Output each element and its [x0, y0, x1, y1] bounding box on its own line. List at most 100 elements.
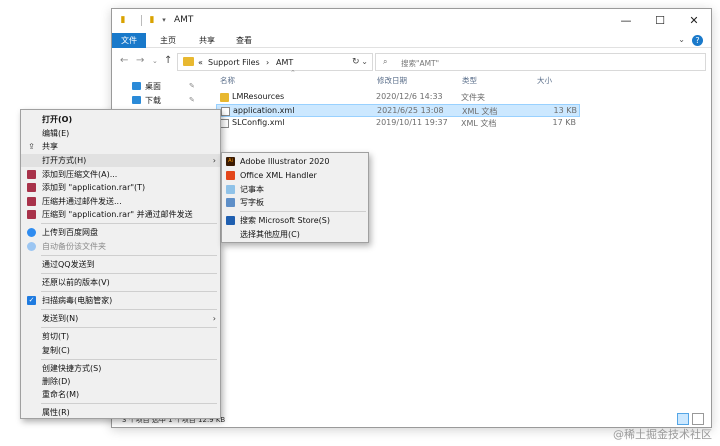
menu-item-rar-email-named[interactable]: 压缩到 "application.rar" 并通过邮件发送 [21, 208, 220, 221]
new-folder-icon[interactable]: ▮ [146, 14, 158, 27]
baidu-netdisk-icon [27, 228, 36, 237]
column-header-size[interactable]: 大小 [537, 75, 552, 87]
menu-item-label: 压缩到 "application.rar" 并通过邮件发送 [42, 210, 193, 219]
submenu-item-xml-handler[interactable]: Office XML Handler [222, 169, 368, 182]
file-row-application-xml[interactable]: application.xml 2021/6/25 13:08 XML 文档 1… [216, 104, 580, 117]
menu-item-baidu-backup: 自动备份该文件夹 [21, 240, 220, 253]
search-placeholder: 搜索"AMT" [401, 59, 440, 68]
context-menu: 打开(O) 编辑(E) ⇪ 共享 打开方式(H) › 添加到压缩文件(A)...… [20, 109, 221, 419]
menu-item-cut[interactable]: 剪切(T) [21, 330, 220, 343]
tab-share[interactable]: 共享 [195, 33, 219, 48]
menu-item-label: 复制(C) [42, 346, 70, 355]
menu-divider [41, 403, 217, 404]
column-header-type[interactable]: 类型 [462, 75, 477, 87]
window-title: AMT [174, 15, 194, 25]
file-name: SLConfig.xml [232, 118, 285, 127]
menu-item-label: 创建快捷方式(S) [42, 364, 102, 373]
pin-icon[interactable]: ✎ [189, 82, 195, 90]
menu-item-qq-send[interactable]: 通过QQ发送到 [21, 258, 220, 271]
up-arrow-icon[interactable]: ↑ [164, 55, 172, 66]
column-header-modified[interactable]: 修改日期 [377, 75, 407, 87]
help-icon[interactable]: ? [692, 35, 703, 46]
menu-item-copy[interactable]: 复制(C) [21, 344, 220, 357]
submenu-item-notepad[interactable]: 记事本 [222, 183, 368, 196]
menu-item-properties[interactable]: 属性(R) [21, 406, 220, 419]
folder-icon: ▮ [120, 15, 126, 25]
menu-item-open-with[interactable]: 打开方式(H) › [21, 154, 220, 167]
illustrator-icon: Ai [226, 157, 235, 166]
pin-icon[interactable]: ✎ [189, 96, 195, 104]
menu-item-baidu-upload[interactable]: 上传到百度网盘 [21, 226, 220, 239]
submenu-item-wordpad[interactable]: 写字板 [222, 196, 368, 209]
menu-item-rar-add-named[interactable]: 添加到 "application.rar"(T) [21, 181, 220, 194]
folder-icon [220, 93, 229, 102]
menu-item-delete[interactable]: 删除(D) [21, 375, 220, 388]
ribbon-tabs: 文件 主页 共享 查看 ⌄ ? [112, 33, 711, 48]
file-modified: 2019/10/11 19:37 [376, 118, 448, 127]
menu-divider [41, 255, 217, 256]
divider [141, 15, 142, 26]
file-row-slconfig-xml[interactable]: SLConfig.xml 2019/10/11 19:37 XML 文档 17 … [216, 117, 580, 130]
column-header-name[interactable]: 名称 [220, 75, 235, 87]
submenu-arrow-icon: › [212, 156, 216, 165]
breadcrumb-support-files[interactable]: Support Files [208, 58, 260, 67]
folder-icon [183, 57, 194, 66]
menu-item-scan-virus[interactable]: ✓ 扫描病毒(电脑管家) [21, 294, 220, 307]
xml-file-icon [221, 107, 230, 116]
menu-item-label: 发送到(N) [42, 314, 79, 323]
address-dropdown-icon[interactable]: ⌄ [361, 57, 368, 66]
quick-access-dropdown-icon[interactable]: ▾ [158, 14, 170, 27]
tab-file[interactable]: 文件 [112, 33, 146, 48]
baidu-netdisk-icon [27, 242, 36, 251]
tab-home[interactable]: 主页 [156, 33, 180, 48]
file-row-lmresources[interactable]: LMResources 2020/12/6 14:33 文件夹 [216, 91, 580, 104]
menu-item-label: 共享 [42, 142, 58, 151]
title-bar: ▮ ▮ ▾ AMT — ☐ ✕ [112, 9, 711, 33]
menu-item-edit[interactable]: 编辑(E) [21, 127, 220, 140]
breadcrumb-overflow[interactable]: « [198, 58, 203, 67]
menu-item-send-to[interactable]: 发送到(N) › [21, 312, 220, 325]
search-input[interactable]: ⌕ 搜索"AMT" [375, 53, 706, 71]
maximize-button[interactable]: ☐ [643, 9, 677, 33]
ribbon-expand-icon[interactable]: ⌄ [678, 35, 685, 44]
forward-arrow-icon[interactable]: → [136, 55, 144, 66]
submenu-arrow-icon: › [212, 314, 216, 323]
menu-item-share[interactable]: ⇪ 共享 [21, 140, 220, 153]
menu-item-label: 选择其他应用(C) [240, 230, 300, 239]
back-arrow-icon[interactable]: ← [120, 55, 128, 66]
menu-item-create-shortcut[interactable]: 创建快捷方式(S) [21, 362, 220, 375]
submenu-item-store[interactable]: 搜索 Microsoft Store(S) [222, 214, 368, 227]
winrar-icon [27, 170, 36, 179]
sort-arrow-icon: ⌃ [290, 69, 296, 77]
shield-icon: ✓ [27, 296, 36, 305]
nav-item-desktop[interactable]: 桌面 [132, 81, 161, 93]
menu-divider [41, 273, 217, 274]
minimize-button[interactable]: — [609, 9, 643, 33]
menu-item-rename[interactable]: 重命名(M) [21, 388, 220, 401]
recent-dropdown-icon[interactable]: ⌄ [152, 57, 158, 65]
menu-item-rar-email[interactable]: 压缩并通过邮件发送... [21, 195, 220, 208]
breadcrumb-amt[interactable]: AMT [276, 58, 293, 67]
nav-item-downloads[interactable]: 下载 [132, 95, 161, 107]
close-button[interactable]: ✕ [677, 9, 711, 33]
submenu-item-choose-app[interactable]: 选择其他应用(C) [222, 228, 368, 241]
menu-item-label: 重命名(M) [42, 390, 80, 399]
file-modified: 2020/12/6 14:33 [376, 92, 443, 101]
menu-item-open[interactable]: 打开(O) [21, 113, 220, 126]
menu-item-label: 搜索 Microsoft Store(S) [240, 216, 330, 225]
address-bar[interactable]: « Support Files › AMT ⌄ [177, 53, 373, 71]
nav-item-label: 下载 [145, 96, 161, 105]
file-type: 文件夹 [461, 93, 485, 102]
large-icons-view-icon[interactable] [692, 413, 704, 425]
winrar-icon [27, 183, 36, 192]
menu-item-label: Adobe Illustrator 2020 [240, 157, 330, 166]
menu-item-label: Office XML Handler [240, 171, 317, 180]
menu-item-rar-add[interactable]: 添加到压缩文件(A)... [21, 168, 220, 181]
breadcrumb-separator: › [266, 58, 270, 67]
menu-item-restore[interactable]: 还原以前的版本(V) [21, 276, 220, 289]
menu-item-label: 写字板 [240, 198, 264, 207]
tab-view[interactable]: 查看 [232, 33, 256, 48]
refresh-icon[interactable]: ↻ [352, 57, 360, 67]
submenu-item-illustrator[interactable]: Ai Adobe Illustrator 2020 [222, 155, 368, 168]
details-view-icon[interactable] [677, 413, 689, 425]
